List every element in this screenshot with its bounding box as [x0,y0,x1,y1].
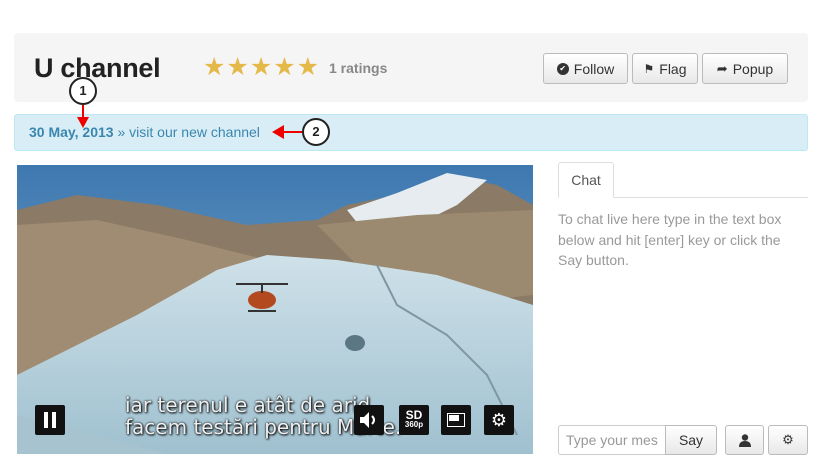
popup-label: Popup [732,60,774,77]
rating-stars[interactable]: ★★★★★ [203,54,320,80]
announcement-separator: » [113,124,130,140]
annotation-callout-2: 2 [302,118,330,146]
announcement-date-link[interactable]: 30 May, 2013 [29,124,114,140]
video-settings-button[interactable]: ⚙ [484,405,514,435]
channel-header: U channel ★★★★★ 1 ratings ✔ Follow ⚑ Fla… [14,33,808,102]
annotation-arrow-down [77,105,89,128]
pause-button[interactable] [35,405,65,435]
quality-button[interactable]: SD 360p [399,405,429,435]
say-button[interactable]: Say [665,425,717,455]
flag-label: Flag [659,60,687,77]
popup-button[interactable]: ➦ Popup [702,53,788,84]
annotation-callout-1: 1 [69,77,97,105]
tab-chat[interactable]: Chat [558,162,614,198]
chat-user-button[interactable] [725,425,764,455]
volume-icon [360,412,375,428]
announcement-message-link[interactable]: visit our new channel [129,124,260,140]
user-icon [738,433,751,447]
flag-icon: ⚑ [643,61,655,76]
chat-message-input[interactable] [558,425,666,455]
gear-icon: ⚙ [782,432,794,447]
follow-button[interactable]: ✔ Follow [543,53,628,84]
follow-label: Follow [573,60,615,77]
pip-icon [447,413,465,427]
share-arrow-icon: ➦ [716,60,728,76]
chat-settings-button[interactable]: ⚙ [768,425,808,455]
resolution-label: 360p [404,420,424,429]
announcement-bar: 30 May, 2013 » visit our new channel [14,114,808,151]
volume-button[interactable] [354,405,384,435]
annotation-arrow-left [272,125,302,139]
quality-label: SD [405,408,423,422]
pause-icon [44,412,56,428]
check-circle-icon: ✔ [556,62,569,75]
pip-button[interactable] [441,405,471,435]
chat-help-text: To chat live here type in the text box b… [558,211,782,268]
video-player[interactable]: iar terenul e atât de arid, facem testăr… [17,165,533,454]
gear-icon: ⚙ [490,409,508,430]
flag-button[interactable]: ⚑ Flag [632,53,698,84]
channel-title: U channel [34,53,161,83]
ratings-count: 1 ratings [329,60,388,76]
